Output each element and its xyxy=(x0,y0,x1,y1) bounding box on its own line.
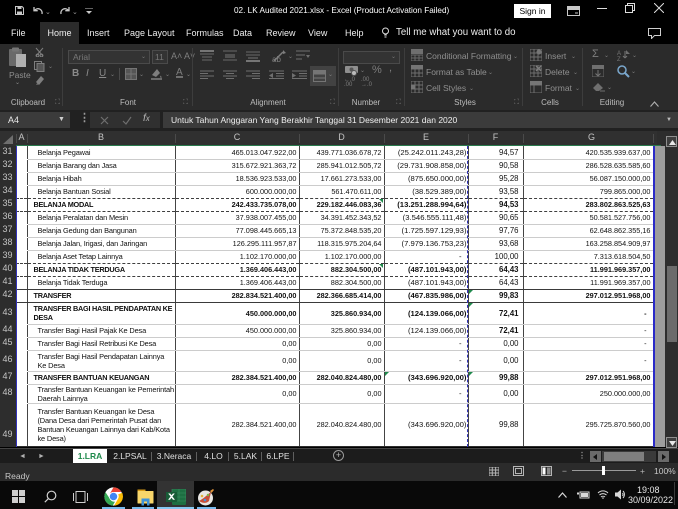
svg-text:Z: Z xyxy=(617,57,621,61)
svg-text:ab: ab xyxy=(272,55,281,63)
